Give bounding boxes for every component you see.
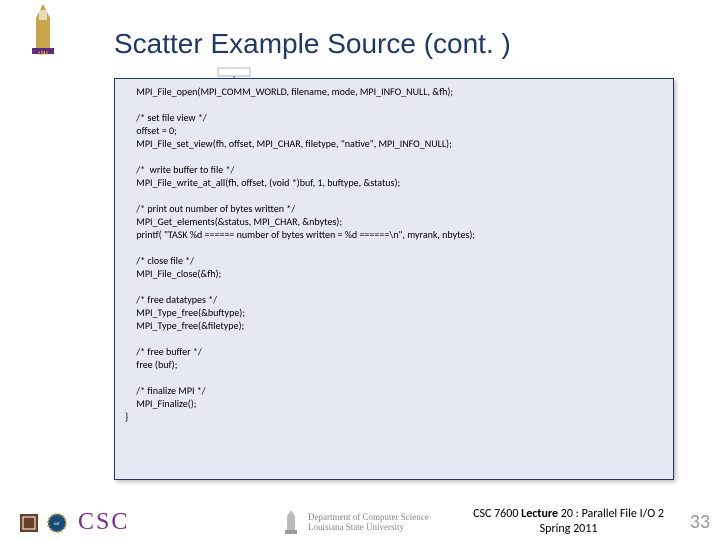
footer: NSF CSC Department of Computer Science L… bbox=[0, 496, 720, 540]
footer-logos: NSF CSC bbox=[18, 509, 129, 536]
course-suffix: 20 : Parallel File I/O 2 bbox=[558, 507, 664, 521]
department-block: Department of Computer Science Louisiana… bbox=[280, 510, 429, 536]
slide-title: Scatter Example Source (cont. ) bbox=[114, 28, 511, 60]
course-term: Spring 2011 bbox=[473, 522, 664, 536]
lsu-small-icon bbox=[280, 510, 302, 536]
dept-line2: Louisiana State University bbox=[308, 523, 429, 533]
svg-text:NSF: NSF bbox=[54, 522, 60, 527]
code-block: MPI_File_open(MPI_COMM_WORLD, filename, … bbox=[114, 78, 674, 480]
course-prefix: CSC 7600 bbox=[473, 507, 521, 521]
course-lecture-word: Lecture bbox=[521, 507, 558, 521]
lsu-logo-icon: LSU bbox=[22, 2, 64, 62]
slide-number: 33 bbox=[690, 510, 710, 534]
cct-logo-icon bbox=[18, 512, 40, 534]
svg-text:LSU: LSU bbox=[38, 49, 47, 57]
csc-logo: CSC bbox=[78, 509, 129, 536]
course-info: CSC 7600 Lecture 20 : Parallel File I/O … bbox=[473, 507, 664, 536]
nsf-logo-icon: NSF bbox=[46, 512, 68, 534]
